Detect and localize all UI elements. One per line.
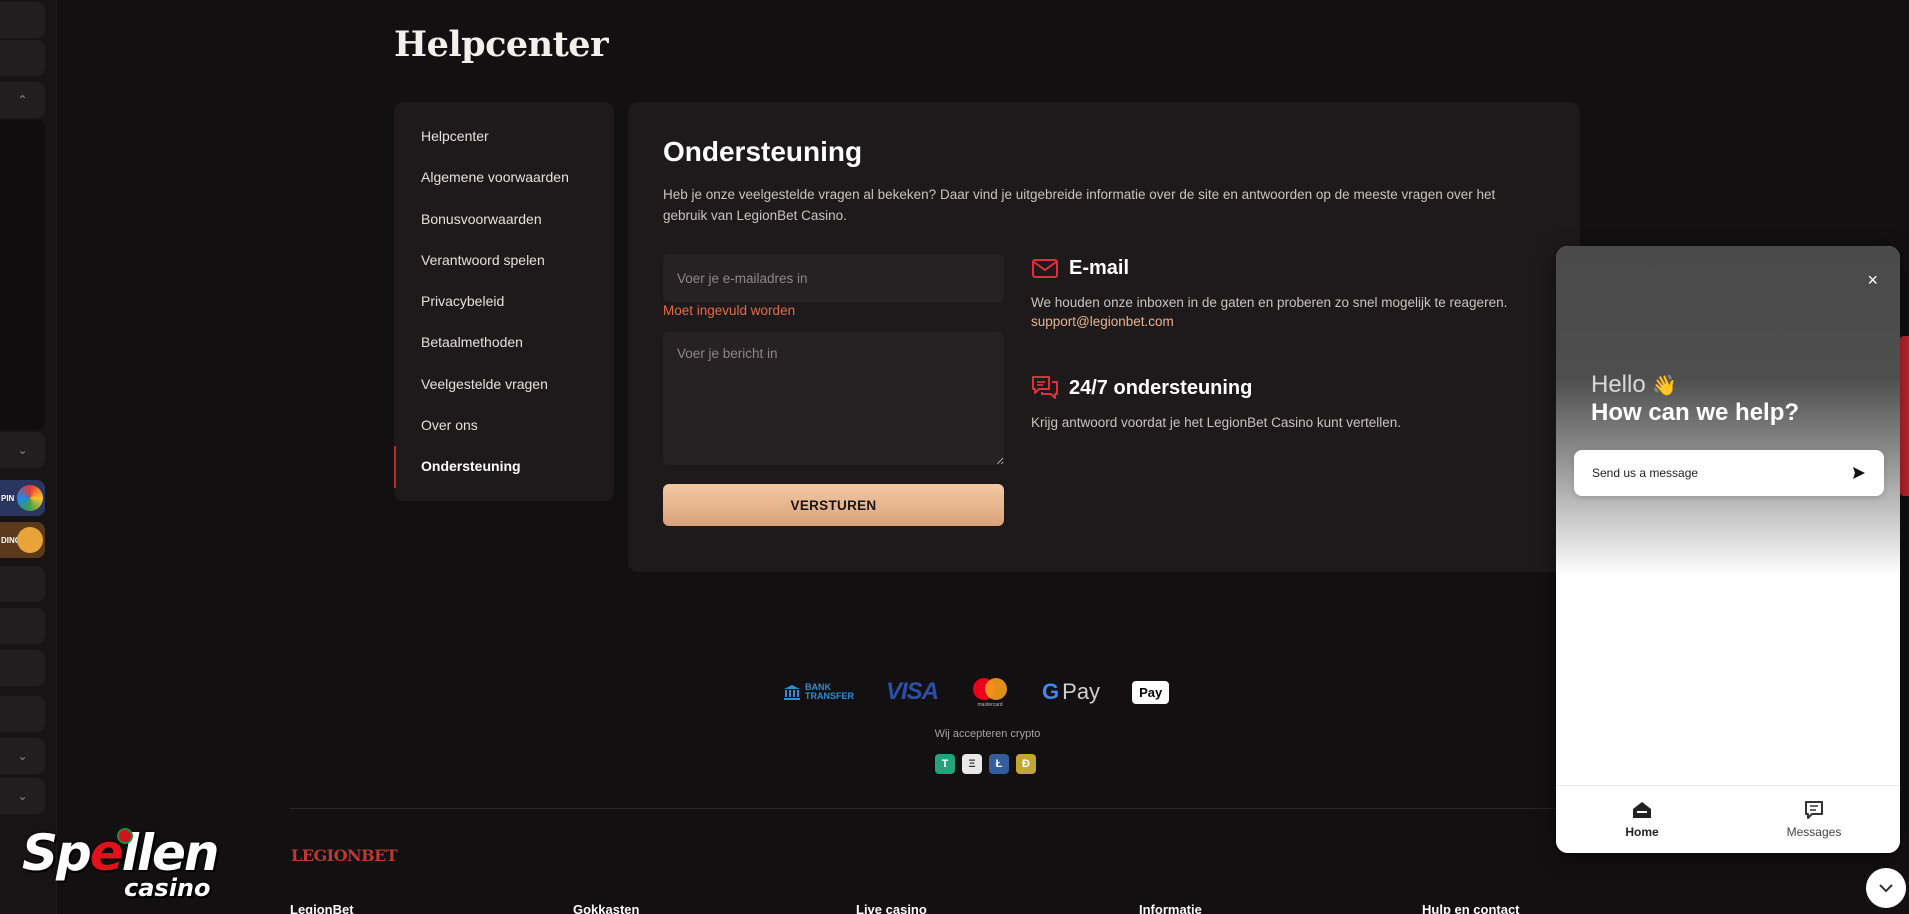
apple-pay-logo: Pay (1132, 680, 1170, 704)
chevron-down-icon (1879, 884, 1893, 893)
nav-item-helpcenter[interactable]: Helpcenter (394, 116, 614, 157)
wheel-icon (17, 485, 43, 511)
footer-col-title: Gokkasten (573, 902, 640, 914)
rail-game-label: PIN (1, 493, 15, 503)
rail-game-tile[interactable]: PIN (0, 480, 45, 516)
support-email-link[interactable]: support@legionbet.com (1031, 314, 1174, 329)
google-g-icon: G (1042, 679, 1060, 704)
chevron-down-icon[interactable]: ⌄ (0, 432, 45, 468)
send-icon (1853, 467, 1865, 479)
messages-icon (1805, 800, 1823, 819)
support-panel: Ondersteuning Heb je onze veelgestelde v… (628, 102, 1580, 572)
visa-logo: VISA (886, 678, 939, 705)
nav-item-payment-methods[interactable]: Betaalmethoden (394, 322, 614, 363)
footer-divider (290, 808, 1560, 809)
submit-button[interactable]: VERSTUREN (663, 484, 1004, 526)
chat-launcher-button[interactable] (1866, 868, 1906, 908)
footer-columns: LegionBet Gokkasten Live casino Informat… (290, 902, 1705, 914)
bank-transfer-logo: BANK TRANSFER (783, 683, 854, 701)
nav-item-about[interactable]: Over ons (394, 405, 614, 446)
rail-button[interactable] (0, 2, 45, 38)
nav-item-responsible-gaming[interactable]: Verantwoord spelen (394, 240, 614, 281)
chat-widget: × Hello 👋 How can we help? Send us a mes… (1556, 246, 1900, 853)
support247-block: 24/7 ondersteuning Krijg antwoord voorda… (1031, 374, 1401, 433)
chevron-down-icon[interactable]: ⌄ (0, 778, 45, 814)
bank-icon (784, 685, 800, 700)
send-message-label: Send us a message (1592, 466, 1699, 480)
litecoin-icon: Ł (989, 754, 1009, 774)
email-field[interactable] (663, 254, 1004, 302)
nav-item-privacy[interactable]: Privacybeleid (394, 281, 614, 322)
dogecoin-icon: Ð (1016, 754, 1036, 774)
wave-icon: 👋 (1652, 375, 1678, 397)
footer-col-title: Informatie (1139, 902, 1202, 914)
rail-button[interactable] (0, 696, 45, 732)
nav-item-faq[interactable]: Veelgestelde vragen (394, 364, 614, 405)
mastercard-text: mastercard (977, 702, 1003, 708)
home-icon (1633, 801, 1651, 818)
message-field[interactable] (663, 332, 1004, 465)
support247-text: Krijg antwoord voordat je het LegionBet … (1031, 415, 1401, 430)
footer-col-title: Hulp en contact (1422, 902, 1520, 914)
footer-col-title: Live casino (856, 902, 927, 914)
chat-tab-messages[interactable]: Messages (1728, 786, 1900, 853)
rail-game-tile[interactable]: DING (0, 522, 45, 558)
tether-icon: T (935, 754, 955, 774)
chat-bubbles-icon (1032, 376, 1058, 399)
treasure-icon (17, 527, 43, 553)
crypto-icons: T Ξ Ł Ð (935, 754, 1036, 774)
left-sidebar: ⌃ ⌄ PIN DING ⌄ ⌄ (0, 0, 57, 914)
payment-methods-row: BANK TRANSFER VISA mastercard G Pay Pay (783, 676, 1170, 708)
nav-item-bonus-terms[interactable]: Bonusvoorwaarden (394, 199, 614, 240)
support-description: Heb je onze veelgestelde vragen al bekek… (663, 187, 1496, 223)
spellen-casino-watermark: Spellen casino (22, 824, 220, 902)
ethereum-icon: Ξ (962, 754, 982, 774)
gpay-text: Pay (1062, 679, 1101, 704)
chat-tab-label: Messages (1786, 824, 1842, 839)
rail-button[interactable] (0, 650, 45, 686)
page-title: Helpcenter (394, 24, 609, 65)
applepay-text: Pay (1139, 684, 1163, 700)
rail-menu-panel (0, 120, 45, 430)
chat-tabs: Home Messages (1556, 785, 1900, 853)
helpcenter-nav: Helpcenter Algemene voorwaarden Bonusvoo… (394, 102, 614, 501)
close-icon[interactable]: × (1867, 270, 1878, 291)
chat-tab-home[interactable]: Home (1556, 786, 1728, 853)
email-contact-block: E-mail We houden onze inboxen in de gate… (1031, 254, 1507, 331)
bonus-calendar-tab[interactable] (1900, 336, 1909, 496)
chevron-down-icon[interactable]: ⌄ (0, 738, 45, 774)
mail-icon (1032, 259, 1058, 278)
chat-greeting: Hello 👋 (1591, 371, 1678, 398)
support-title: Ondersteuning (663, 136, 863, 167)
support247-title: 24/7 ondersteuning (1069, 376, 1253, 399)
bank-line2: TRANSFER (805, 691, 854, 701)
google-pay-logo: G Pay (1042, 679, 1100, 705)
send-message-button[interactable]: Send us a message (1574, 450, 1884, 496)
nav-item-terms[interactable]: Algemene voorwaarden (394, 157, 614, 198)
nav-item-support[interactable]: Ondersteuning (394, 446, 614, 488)
email-contact-text: We houden onze inboxen in de gaten en pr… (1031, 295, 1508, 310)
chevron-up-icon[interactable]: ⌃ (0, 82, 45, 118)
cherry-icon (117, 828, 133, 844)
rail-button[interactable] (0, 608, 45, 644)
rail-button[interactable] (0, 566, 45, 602)
chat-help-text: How can we help? (1591, 399, 1800, 426)
email-error-text: Moet ingevuld worden (663, 303, 796, 318)
rail-button[interactable] (0, 40, 45, 76)
chat-tab-label: Home (1625, 824, 1659, 839)
mastercard-logo: mastercard (970, 676, 1010, 708)
footer-col-title: LegionBet (290, 902, 354, 914)
email-contact-title: E-mail (1069, 256, 1130, 279)
footer-logo: LEGIONBET (291, 846, 398, 865)
